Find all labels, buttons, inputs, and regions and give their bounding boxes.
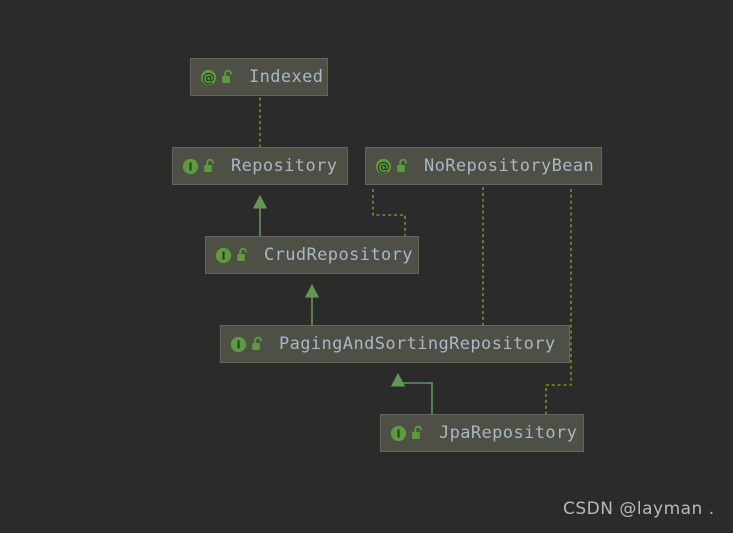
class-node-repository[interactable]: I Repository <box>172 147 348 185</box>
interface-icon: I <box>182 158 199 175</box>
class-node-label: Repository <box>231 156 338 176</box>
svg-text:I: I <box>396 427 400 440</box>
interface-icon: I <box>230 336 247 353</box>
watermark-label: CSDN @layman . <box>563 499 715 519</box>
edge-norepositorybean-to-crudrepository <box>372 185 406 237</box>
edge-norepositorybean-to-jparepository <box>545 185 572 415</box>
svg-text:@: @ <box>202 71 215 86</box>
unlocked-padlock-icon <box>396 158 410 174</box>
svg-text:I: I <box>221 249 225 262</box>
edge-pagingandsorting-to-jparepository <box>390 372 433 414</box>
interface-icon: I <box>215 247 232 264</box>
edge-crudrepository-to-pagingandsorting <box>304 283 320 325</box>
svg-text:I: I <box>188 160 192 173</box>
unlocked-padlock-icon <box>411 425 425 441</box>
class-node-crudrepository[interactable]: I CrudRepository <box>205 236 419 274</box>
inheritance-arrowhead <box>252 194 268 209</box>
annotation-icon: @ <box>200 69 217 86</box>
class-node-jparepository[interactable]: I JpaRepository <box>380 414 584 452</box>
class-node-indexed[interactable]: @ Indexed <box>190 58 328 96</box>
unlocked-padlock-icon <box>221 69 235 85</box>
inheritance-arrowhead <box>304 283 320 298</box>
annotation-icon: @ <box>375 158 392 175</box>
unlocked-padlock-icon <box>251 336 265 352</box>
class-node-label: PagingAndSortingRepository <box>279 334 556 354</box>
class-node-pagingandsortingrepository[interactable]: I PagingAndSortingRepository <box>220 325 570 363</box>
unlocked-padlock-icon <box>236 247 250 263</box>
edge-repository-to-crudrepository <box>252 194 268 236</box>
class-node-label: CrudRepository <box>264 245 413 265</box>
class-node-label: NoRepositoryBean <box>424 156 595 176</box>
svg-text:@: @ <box>377 160 390 175</box>
inheritance-arrowhead <box>390 372 406 387</box>
class-node-norepositorybean[interactable]: @ NoRepositoryBean <box>365 147 602 185</box>
interface-icon: I <box>390 425 407 442</box>
diagram-canvas: @ Indexed I Repository @ NoRepositoryBean I Cru… <box>0 0 733 533</box>
unlocked-padlock-icon <box>203 158 217 174</box>
class-node-label: Indexed <box>249 67 324 87</box>
svg-text:I: I <box>236 338 240 351</box>
class-node-label: JpaRepository <box>439 423 578 443</box>
